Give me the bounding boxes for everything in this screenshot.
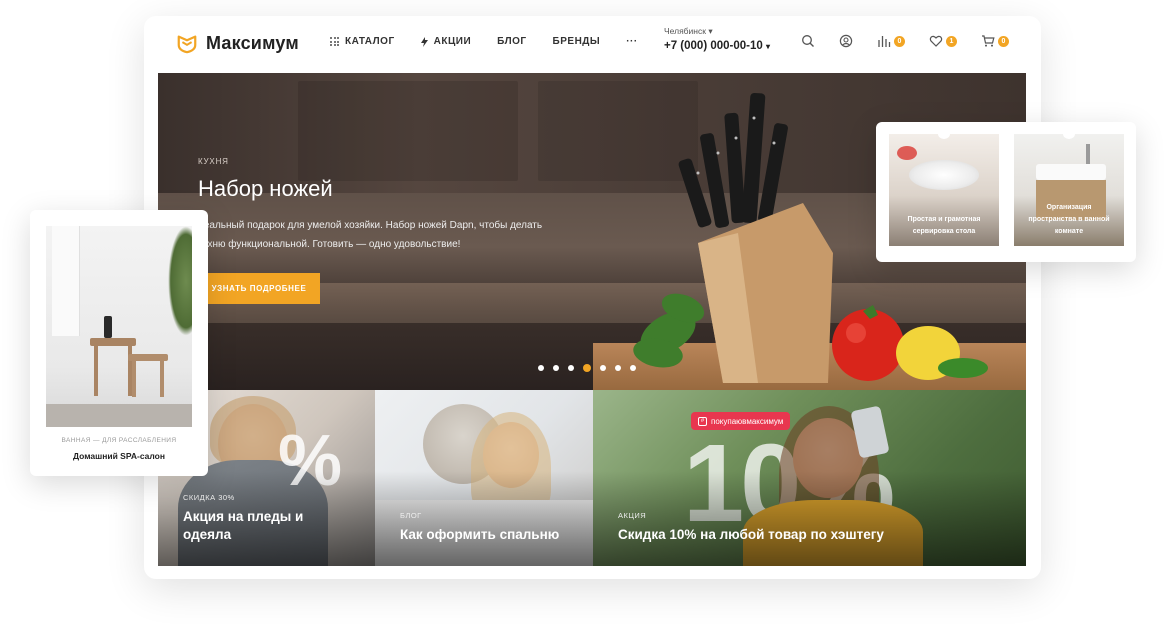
cart-badge: 0 (998, 35, 1009, 47)
article-title: Простая и грамотная сервировка стола (907, 216, 981, 235)
city-name: Челябинск (664, 26, 706, 36)
favorites-badge: 1 (946, 35, 957, 47)
plates-image (909, 160, 979, 190)
city-selector[interactable]: Челябинск ▾ (664, 26, 770, 37)
compare-badge: 0 (894, 35, 905, 47)
floor-rug (46, 404, 192, 427)
nav-blog[interactable]: БЛОГ (497, 36, 526, 47)
cart-icon (982, 35, 995, 47)
slider-dot[interactable] (553, 365, 559, 371)
flower-image (897, 146, 917, 160)
nav-sales-label: АКЦИИ (433, 36, 472, 47)
articles-card: Простая и грамотная сервировка стола Орг… (876, 122, 1136, 262)
hero-content: КУХНЯ Набор ножей деальный подарок для у… (198, 157, 558, 254)
tile-category: АКЦИЯ (618, 511, 647, 520)
cart-button[interactable]: 0 (981, 34, 1009, 48)
search-button[interactable] (801, 34, 815, 48)
chevron-down-icon: ▾ (765, 42, 770, 51)
hero-description: деальный подарок для умелой хозяйки. Наб… (198, 220, 543, 250)
nav-blog-label: БЛОГ (497, 36, 527, 47)
hero-title: Набор ножей (198, 176, 333, 201)
promo-tile-hashtag[interactable]: 10% # покупаювмаксимум АКЦИЯ Скидка 10% … (593, 390, 1026, 566)
learn-more-button[interactable]: УЗНАТЬ ПОДРОБНЕЕ (198, 273, 320, 304)
more-icon: ··· (626, 36, 638, 47)
card-notch (938, 134, 950, 139)
article-table-setting[interactable]: Простая и грамотная сервировка стола (889, 134, 999, 246)
faucet-image (1086, 144, 1090, 164)
contact-block: Челябинск ▾ +7 (000) 000-00-10 ▾ (664, 26, 770, 52)
nav-catalog[interactable]: КАТАЛОГ (330, 36, 395, 47)
tile-title: Как оформить спальню (400, 527, 560, 542)
stool-leg (160, 359, 164, 397)
compare-icon (878, 36, 891, 47)
hashtag-icon: # (698, 416, 707, 426)
hashtag-text: покупаювмаксимум (711, 416, 784, 426)
bottle-image (104, 316, 112, 338)
nav-sales[interactable]: АКЦИИ (420, 36, 472, 47)
phone-number[interactable]: +7 (000) 000-00-10 ▾ (664, 40, 770, 52)
slider-dot[interactable] (568, 365, 574, 371)
tile-category: СКИДКА 30% (183, 493, 235, 502)
user-icon (839, 34, 853, 48)
heart-icon (929, 35, 943, 47)
slider-dot[interactable] (615, 365, 621, 371)
hero-category: КУХНЯ (198, 157, 229, 166)
stool-leg (132, 359, 136, 397)
header-actions: 0 1 0 (801, 34, 1009, 48)
card-category: ВАННАЯ — ДЛЯ РАССЛАБЛЕНИЯ (61, 437, 177, 444)
stool-leg (94, 344, 98, 396)
tile-title: Скидка 10% на любой товар по хэштегу (618, 527, 884, 542)
logo-icon (177, 35, 197, 54)
spa-image (46, 226, 192, 427)
article-title: Организация пространства в ванной комнат… (1028, 204, 1110, 235)
slider-dot-active[interactable] (583, 364, 591, 372)
card-title: Домашний SPA-салон (72, 451, 166, 461)
slider-dot[interactable] (600, 365, 606, 371)
slider-dot[interactable] (630, 365, 636, 371)
search-icon (802, 35, 814, 47)
tile-shade (593, 471, 1026, 566)
grid-icon (330, 37, 339, 46)
lightning-icon (420, 36, 428, 47)
tile-title: Акция на пледы и одеяла (183, 509, 304, 542)
site-header: Максимум КАТАЛОГ АКЦИИ БЛОГ БРЕНДЫ ··· Ч… (144, 16, 1041, 72)
phone-text: +7 (000) 000-00-10 (664, 40, 763, 52)
towel-image (52, 226, 80, 336)
browser-frame: Максимум КАТАЛОГ АКЦИИ БЛОГ БРЕНДЫ ··· Ч… (144, 16, 1041, 579)
card-notch (1063, 134, 1075, 139)
slider-dot[interactable] (538, 365, 544, 371)
compare-button[interactable]: 0 (877, 34, 905, 48)
logo[interactable]: Максимум (176, 32, 299, 54)
slider-dots (538, 364, 636, 372)
article-bathroom-storage[interactable]: Организация пространства в ванной комнат… (1014, 134, 1124, 246)
nav-brands-label: БРЕНДЫ (552, 36, 601, 47)
favorites-button[interactable]: 1 (929, 34, 957, 48)
sink-image (1036, 164, 1106, 180)
nav-more[interactable]: ··· (626, 36, 638, 47)
spa-article-card[interactable]: ВАННАЯ — ДЛЯ РАССЛАБЛЕНИЯ Домашний SPA-с… (30, 210, 208, 476)
hashtag-badge: # покупаювмаксимум (691, 412, 791, 430)
logo-text: Максимум (206, 32, 299, 53)
plant-image (168, 226, 192, 336)
main-nav: КАТАЛОГ АКЦИИ БЛОГ БРЕНДЫ ··· (330, 36, 638, 47)
nav-brands[interactable]: БРЕНДЫ (553, 36, 601, 47)
nav-catalog-label: КАТАЛОГ (345, 36, 395, 47)
account-button[interactable] (839, 34, 853, 48)
blog-tile-bedroom[interactable]: БЛОГ Как оформить спальню (375, 390, 593, 566)
chevron-down-icon: ▾ (708, 26, 713, 36)
tile-category: БЛОГ (400, 511, 422, 520)
